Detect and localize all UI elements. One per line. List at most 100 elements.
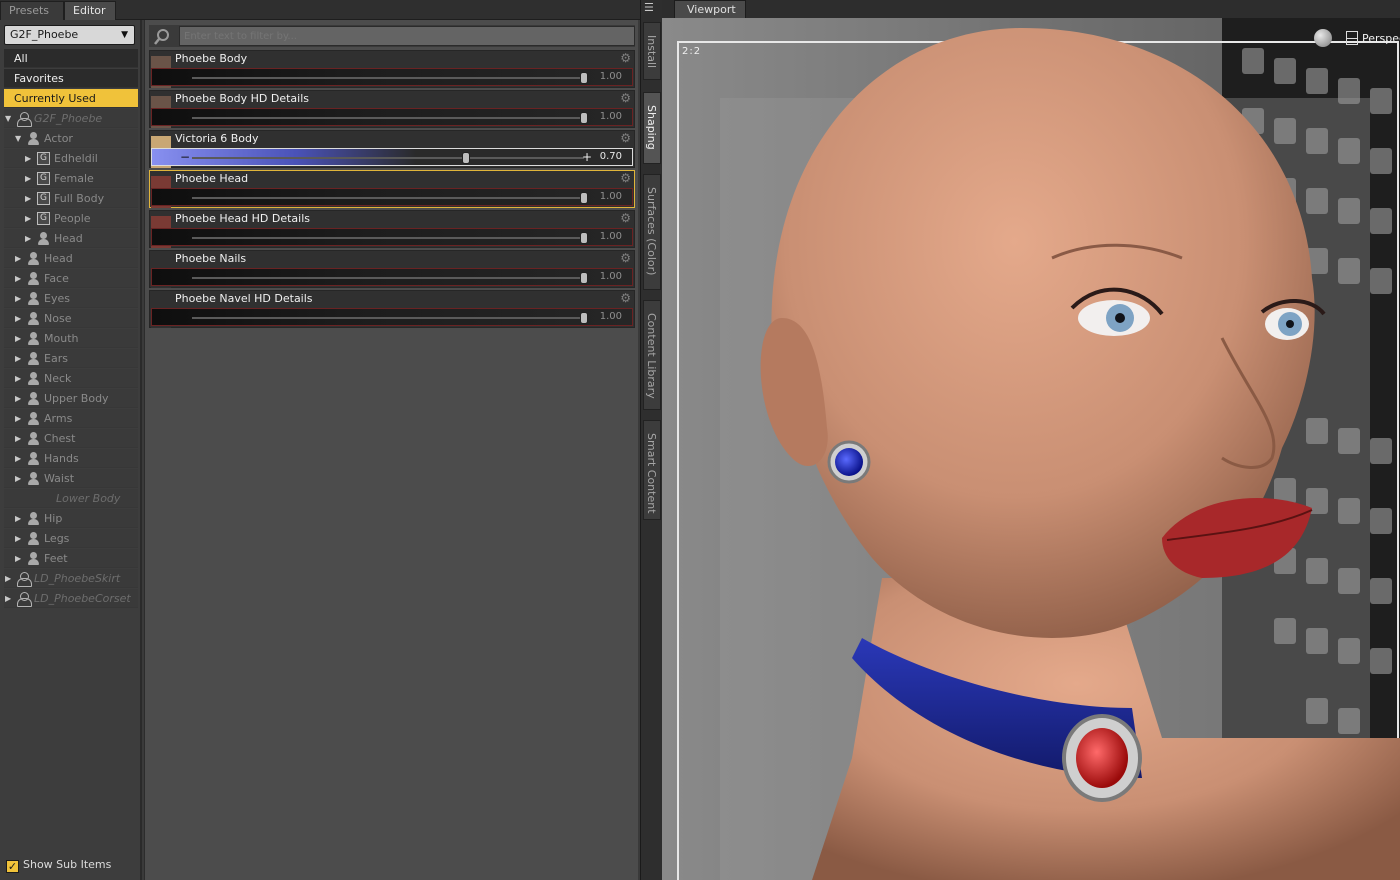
- panel-menu-icon[interactable]: ☰: [644, 1, 659, 14]
- expanded-arrow-icon[interactable]: ▼: [5, 109, 11, 128]
- camera-select[interactable]: Perspec: [1362, 32, 1400, 45]
- minus-icon[interactable]: −: [180, 150, 190, 164]
- slider-knob[interactable]: [462, 152, 471, 164]
- tree-item[interactable]: ▶ Neck: [4, 369, 138, 388]
- tab-content-library[interactable]: Content Library: [643, 300, 661, 410]
- search-icon[interactable]: [153, 28, 171, 46]
- gear-icon[interactable]: ⚙: [620, 291, 631, 305]
- collapsed-arrow-icon[interactable]: ▶: [15, 389, 21, 408]
- collapsed-arrow-icon[interactable]: ▶: [15, 469, 21, 488]
- tree-item[interactable]: ▶ Upper Body: [4, 389, 138, 408]
- tree-item[interactable]: ▶ Chest: [4, 429, 138, 448]
- gear-icon[interactable]: ⚙: [620, 51, 631, 65]
- morph-slider-row[interactable]: Phoebe Body ⚙ 1.00: [149, 50, 635, 88]
- tree-item[interactable]: ▼ G2F_Phoebe: [4, 109, 138, 128]
- collapsed-arrow-icon[interactable]: ▶: [15, 289, 21, 308]
- plus-icon[interactable]: +: [582, 150, 592, 164]
- tab-editor[interactable]: Editor: [64, 1, 116, 20]
- slider-track[interactable]: 1.00: [151, 308, 633, 326]
- morph-slider-row[interactable]: Phoebe Navel HD Details ⚙ 1.00: [149, 290, 635, 328]
- collapsed-arrow-icon[interactable]: ▶: [25, 209, 31, 228]
- slider-track[interactable]: − +0.70: [151, 148, 633, 166]
- slider-value[interactable]: 1.00: [600, 71, 622, 82]
- tree-item[interactable]: ▶ G Female: [4, 169, 138, 188]
- tree-item[interactable]: ▶ G Full Body: [4, 189, 138, 208]
- view-navigator-icon[interactable]: [1314, 29, 1332, 47]
- expanded-arrow-icon[interactable]: ▼: [15, 129, 21, 148]
- slider-value[interactable]: 1.00: [600, 271, 622, 282]
- category-all[interactable]: All: [4, 49, 138, 68]
- morph-slider-row[interactable]: Victoria 6 Body ⚙ − +0.70: [149, 130, 635, 168]
- slider-knob[interactable]: [580, 272, 588, 284]
- collapsed-arrow-icon[interactable]: ▶: [15, 309, 21, 328]
- gear-icon[interactable]: ⚙: [620, 91, 631, 105]
- tree-item[interactable]: ▶ Face: [4, 269, 138, 288]
- collapsed-arrow-icon[interactable]: ▶: [15, 369, 21, 388]
- tree-item[interactable]: ▶ Mouth: [4, 329, 138, 348]
- collapsed-arrow-icon[interactable]: ▶: [15, 349, 21, 368]
- slider-track[interactable]: 1.00: [151, 68, 633, 86]
- tab-smart-content[interactable]: Smart Content: [643, 420, 661, 520]
- tab-presets[interactable]: Presets: [0, 1, 64, 20]
- tab-install[interactable]: Install: [643, 22, 661, 80]
- figure-select[interactable]: G2F_Phoebe ▼: [4, 25, 135, 45]
- collapsed-arrow-icon[interactable]: ▶: [15, 409, 21, 428]
- collapsed-arrow-icon[interactable]: ▶: [5, 589, 11, 608]
- tree-item[interactable]: Lower Body: [4, 489, 138, 508]
- collapsed-arrow-icon[interactable]: ▶: [15, 509, 21, 528]
- tree-item[interactable]: ▶ Nose: [4, 309, 138, 328]
- tree-item[interactable]: ▶ Ears: [4, 349, 138, 368]
- slider-knob[interactable]: [580, 312, 588, 324]
- tree-item[interactable]: ▶ Hands: [4, 449, 138, 468]
- tree-item[interactable]: ▶ G Edheldil: [4, 149, 138, 168]
- camera-layout-icon[interactable]: [1346, 31, 1358, 45]
- collapsed-arrow-icon[interactable]: ▶: [15, 249, 21, 268]
- tree-item[interactable]: ▶ Feet: [4, 549, 138, 568]
- slider-track[interactable]: 1.00: [151, 228, 633, 246]
- collapsed-arrow-icon[interactable]: ▶: [15, 429, 21, 448]
- slider-value[interactable]: 0.70: [600, 151, 622, 162]
- morph-slider-row[interactable]: Phoebe Nails ⚙ 1.00: [149, 250, 635, 288]
- tab-surfaces[interactable]: Surfaces (Color): [643, 174, 661, 290]
- gear-icon[interactable]: ⚙: [620, 131, 631, 145]
- tab-viewport[interactable]: Viewport: [674, 0, 746, 18]
- tree-item[interactable]: ▶ LD_PhoebeSkirt: [4, 569, 138, 588]
- collapsed-arrow-icon[interactable]: ▶: [15, 549, 21, 568]
- collapsed-arrow-icon[interactable]: ▶: [15, 269, 21, 288]
- slider-track[interactable]: 1.00: [151, 268, 633, 286]
- morph-slider-row[interactable]: Phoebe Head HD Details ⚙ 1.00: [149, 210, 635, 248]
- tab-shaping[interactable]: Shaping: [643, 92, 661, 164]
- collapsed-arrow-icon[interactable]: ▶: [25, 169, 31, 188]
- tree-item[interactable]: ▶ Head: [4, 229, 138, 248]
- morph-slider-row[interactable]: Phoebe Head ⚙ 1.00: [149, 170, 635, 208]
- tree-item[interactable]: ▶ G People: [4, 209, 138, 228]
- gear-icon[interactable]: ⚙: [620, 211, 631, 225]
- gear-icon[interactable]: ⚙: [620, 171, 631, 185]
- tree-item[interactable]: ▼ Actor: [4, 129, 138, 148]
- slider-track[interactable]: 1.00: [151, 108, 633, 126]
- viewport-3d[interactable]: 2:2 Perspec: [662, 18, 1400, 880]
- slider-track[interactable]: 1.00: [151, 188, 633, 206]
- category-currently-used[interactable]: Currently Used: [4, 89, 138, 108]
- tree-item[interactable]: ▶ Arms: [4, 409, 138, 428]
- slider-value[interactable]: 1.00: [600, 191, 622, 202]
- slider-knob[interactable]: [580, 232, 588, 244]
- gear-icon[interactable]: ⚙: [620, 251, 631, 265]
- show-sub-items-toggle[interactable]: ✓ Show Sub Items: [6, 857, 111, 873]
- category-favorites[interactable]: Favorites: [4, 69, 138, 88]
- collapsed-arrow-icon[interactable]: ▶: [25, 229, 31, 248]
- slider-knob[interactable]: [580, 112, 588, 124]
- slider-knob[interactable]: [580, 192, 588, 204]
- tree-item[interactable]: ▶ Waist: [4, 469, 138, 488]
- slider-value[interactable]: 1.00: [600, 231, 622, 242]
- tree-item[interactable]: ▶ Legs: [4, 529, 138, 548]
- morph-slider-row[interactable]: Phoebe Body HD Details ⚙ 1.00: [149, 90, 635, 128]
- collapsed-arrow-icon[interactable]: ▶: [15, 529, 21, 548]
- tree-item[interactable]: ▶ Hip: [4, 509, 138, 528]
- slider-value[interactable]: 1.00: [600, 311, 622, 322]
- collapsed-arrow-icon[interactable]: ▶: [25, 149, 31, 168]
- collapsed-arrow-icon[interactable]: ▶: [25, 189, 31, 208]
- collapsed-arrow-icon[interactable]: ▶: [15, 449, 21, 468]
- collapsed-arrow-icon[interactable]: ▶: [5, 569, 11, 588]
- tree-item[interactable]: ▶ LD_PhoebeCorset: [4, 589, 138, 608]
